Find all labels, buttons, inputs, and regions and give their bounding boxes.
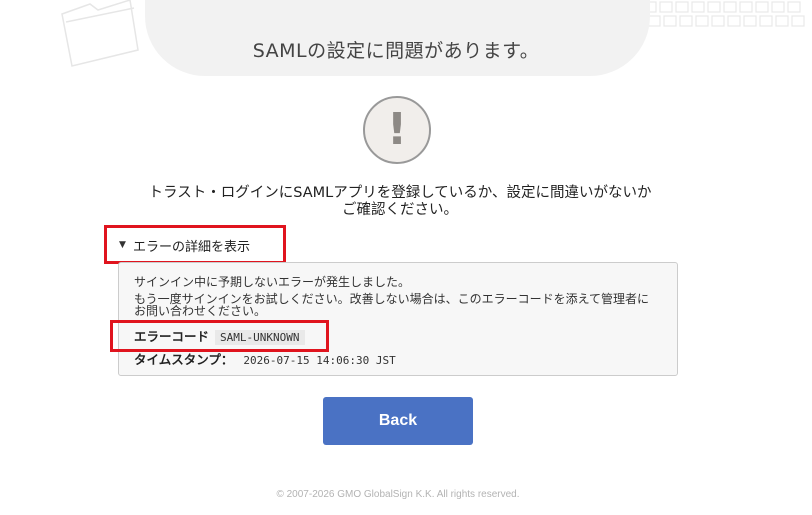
error-message-line-1: トラスト・ログインにSAMLアプリを登録しているか、設定に間違いがないか (148, 185, 652, 201)
timestamp-row: タイムスタンプ： 2026-07-15 14:06:30 JST (134, 349, 396, 368)
keyboard-icon (643, 1, 805, 27)
warning-glyph: ! (386, 104, 408, 155)
show-error-details-label: エラーの詳細を表示 (133, 240, 251, 255)
error-message: トラスト・ログインにSAMLアプリを登録しているか、設定に間違いがないか ご確認… (115, 185, 685, 219)
show-error-details-toggle[interactable]: ▼ エラーの詳細を表示 (104, 225, 286, 264)
copyright-footer: © 2007-2026 GMO GlobalSign K.K. All righ… (276, 489, 520, 500)
error-code-row: エラーコード SAML-UNKNOWN (134, 326, 305, 345)
error-code-label: エラーコード (134, 329, 210, 344)
error-code-value: SAML-UNKNOWN (215, 330, 305, 345)
page-title: SAMLの設定に問題があります。 (252, 40, 540, 62)
exclamation-circle-icon: ! (363, 96, 431, 164)
details-line-1: サインイン中に予期しないエラーが発生しました。 (134, 275, 411, 289)
error-page: SAMLの設定に問題があります。 ! トラスト・ログインにSAMLアプリを登録し… (0, 0, 812, 515)
timestamp-label: タイムスタンプ： (134, 352, 234, 367)
details-line-2: もう一度サインインをお試しください。改善しない場合は、このエラーコードを添えて管… (134, 292, 650, 318)
triangle-down-icon: ▼ (119, 240, 126, 250)
error-message-line-2: ご確認ください。 (342, 202, 458, 218)
error-details-panel: サインイン中に予期しないエラーが発生しました。 もう一度サインインをお試しくださ… (118, 262, 678, 376)
timestamp-value: 2026-07-15 14:06:30 JST (243, 354, 396, 367)
back-button[interactable]: Back (323, 397, 473, 445)
